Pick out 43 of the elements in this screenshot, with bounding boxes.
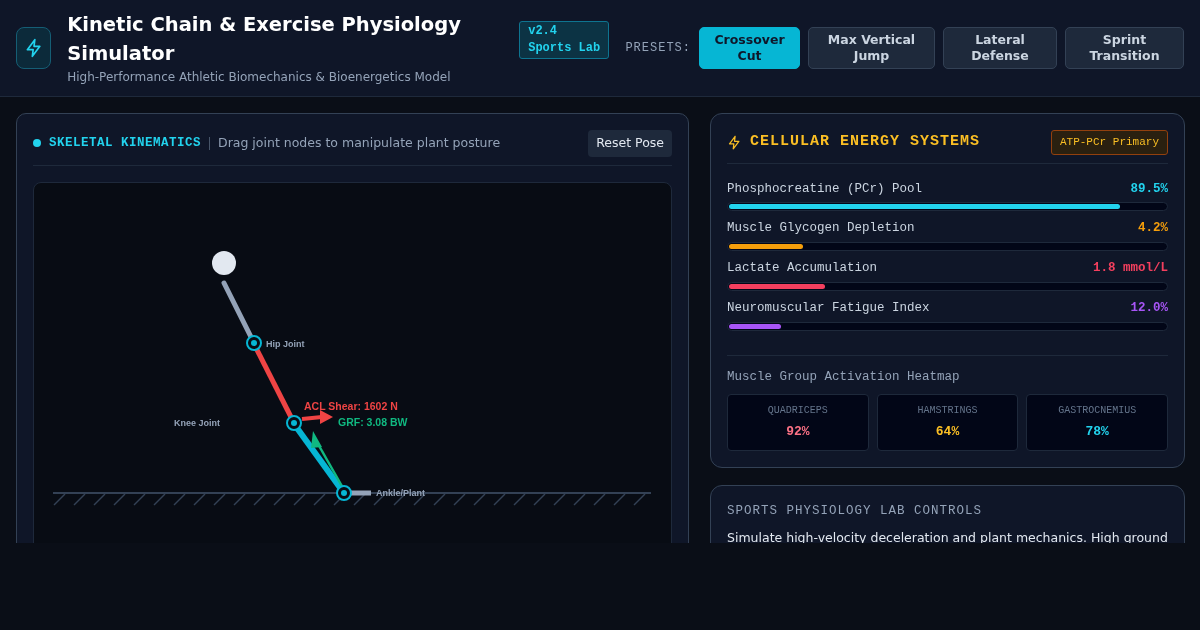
foot-segment <box>350 490 371 496</box>
muscle-value: 78% <box>1084 423 1110 442</box>
meter-reading: 4.2% <box>1138 220 1168 238</box>
app-subtitle: High-Performance Athletic Biomechanics & Bioenergetics Model <box>67 69 452 87</box>
force-label: GRF: 3.08 BW <box>338 415 408 428</box>
meter-reading: 1.8 mmol/L <box>1093 260 1168 277</box>
muscle-value: 92% <box>785 423 811 442</box>
muscle-name: QUADRICEPS <box>766 404 829 419</box>
joint-label: Hip Joint <box>266 338 305 349</box>
force-label: ACL Shear: 1602 N <box>304 399 398 412</box>
joint-label: Ankle/Plant <box>376 487 425 498</box>
meter-label: Muscle Glycogen Depletion <box>727 220 915 238</box>
force-arrow <box>311 430 345 489</box>
meter-reading: 12.0% <box>1130 299 1168 317</box>
app-title: Kinetic Chain & Exercise Physiology Simulator <box>67 11 462 67</box>
head <box>212 250 236 275</box>
joint-node[interactable] <box>286 414 302 431</box>
joint-node[interactable] <box>246 334 262 351</box>
force-arrow <box>301 409 333 424</box>
status-badge: ATP-PCr Primary <box>1050 130 1168 155</box>
muscle-name: HAMSTRINGS <box>916 404 979 419</box>
panel-title: CELLULAR ENERGY SYSTEMS <box>750 132 981 152</box>
joint-label: Knee Joint <box>174 417 220 428</box>
lightning-icon <box>727 134 742 150</box>
preset-button[interactable]: Max Vertical Jump <box>808 26 935 70</box>
preset-button[interactable]: Crossover Cut <box>699 26 800 70</box>
meter-label: Phosphocreatine (PCr) Pool <box>727 180 923 198</box>
presets-label: PRESETS: <box>625 40 691 57</box>
preset-button[interactable]: Lateral Defense <box>943 26 1057 70</box>
version-badge: v2.4 Sports Lab <box>519 21 610 59</box>
panel-title: SPORTS PHYSIOLOGY LAB CONTROLS <box>727 502 984 520</box>
reset-pose-button[interactable]: Reset Pose <box>588 130 672 157</box>
preset-button[interactable]: Sprint Transition <box>1065 26 1184 70</box>
panel-title: SKELETAL KINEMATICS <box>49 135 202 152</box>
meter-label: Lactate Accumulation <box>727 260 878 277</box>
heatmap-title: Muscle Group Activation Heatmap <box>727 368 961 386</box>
meter-reading: 89.5% <box>1130 180 1168 198</box>
joint-node[interactable] <box>336 484 352 501</box>
panel-hint: Drag joint nodes to manipulate plant posture <box>218 134 501 152</box>
status-dot <box>33 139 41 148</box>
muscle-name: GASTROCNEMIUS <box>1057 404 1138 419</box>
muscle-value: 64% <box>934 423 961 442</box>
meter-label: Neuromuscular Fatigue Index <box>727 299 930 317</box>
